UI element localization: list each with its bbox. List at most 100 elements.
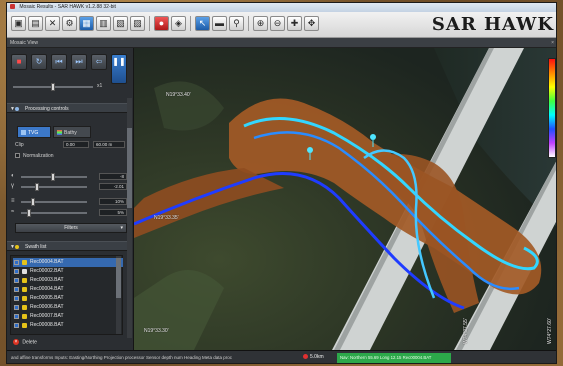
swath-icon bbox=[15, 245, 19, 249]
marker-icon[interactable]: ⚲ bbox=[229, 16, 244, 31]
file-checkbox[interactable] bbox=[14, 260, 19, 265]
image-icon[interactable]: ▨ bbox=[130, 16, 145, 31]
display-icon[interactable]: ▥ bbox=[96, 16, 111, 31]
fast-forward-button[interactable]: ⏭ bbox=[71, 54, 87, 70]
file-name: Rec00004.BAT bbox=[30, 259, 64, 265]
filters-dropdown[interactable]: Filters ▾ bbox=[15, 223, 127, 233]
lat-label: N19°33.35' bbox=[154, 215, 179, 221]
gamma-slider[interactable] bbox=[21, 186, 87, 188]
smooth-icon: ≈ bbox=[11, 209, 15, 215]
pan-icon[interactable]: ✥ bbox=[304, 16, 319, 31]
playback-speed: x1 bbox=[97, 83, 103, 89]
app-window: Mosaic Results - SAR HAWK v1.2.88 32-bit… bbox=[6, 2, 557, 364]
open-icon[interactable]: ▣ bbox=[11, 16, 26, 31]
window-title: Mosaic Results - SAR HAWK v1.2.88 32-bit bbox=[19, 4, 116, 10]
export-icon[interactable]: ▧ bbox=[113, 16, 128, 31]
file-list-scrollbar[interactable] bbox=[116, 256, 121, 334]
scrollbar-thumb[interactable] bbox=[127, 128, 132, 208]
list-item[interactable]: Rec00006.BAT bbox=[13, 303, 123, 312]
normalization-label: Normalization bbox=[23, 153, 54, 159]
list-item[interactable]: Rec00005.BAT bbox=[13, 294, 123, 303]
app-icon bbox=[10, 4, 15, 10]
lon-label: W74°27.55' bbox=[463, 318, 469, 344]
gain-value[interactable]: -8 bbox=[99, 173, 127, 180]
swath-color-icon bbox=[22, 287, 27, 292]
delete-label: Delete bbox=[22, 339, 37, 346]
file-checkbox[interactable] bbox=[14, 296, 19, 301]
lat-label: N19°33.30' bbox=[144, 328, 169, 334]
zoom-out-icon[interactable]: ⊖ bbox=[270, 16, 285, 31]
title-bar: Mosaic Results - SAR HAWK v1.2.88 32-bit bbox=[7, 3, 556, 12]
contrast-value[interactable]: 10% bbox=[99, 198, 127, 205]
mosaic-map-view[interactable]: N19°33.40' N19°33.35' N19°33.30' W74°27.… bbox=[134, 48, 556, 350]
pointer-icon[interactable]: ↖ bbox=[195, 16, 210, 31]
gamma-slider-knob[interactable] bbox=[35, 183, 39, 191]
main-toolbar: ▣ ▤ ✕ ⚙ ▦ ▥ ▧ ▨ ● ◈ ↖ ▬ ⚲ ⊕ ⊖ ✚ ✥ SAR HA… bbox=[7, 12, 556, 38]
list-item[interactable]: Rec00004.BAT bbox=[13, 258, 123, 267]
stop-button[interactable]: ■ bbox=[11, 54, 27, 70]
settings-icon[interactable]: ⚙ bbox=[62, 16, 77, 31]
color-scale-legend bbox=[548, 58, 556, 158]
clip-min-field[interactable]: 0.00 bbox=[63, 141, 89, 148]
gain-icon: ◐ bbox=[11, 173, 15, 179]
gamma-value[interactable]: -2.01 bbox=[99, 183, 127, 190]
smooth-row: ≈ 5% bbox=[11, 209, 127, 217]
navigate-icon[interactable]: ◈ bbox=[171, 16, 186, 31]
record-icon[interactable]: ● bbox=[154, 16, 169, 31]
file-checkbox[interactable] bbox=[14, 269, 19, 274]
contrast-icon: ≡ bbox=[11, 198, 15, 204]
swath-list-header[interactable]: ▼ Swath list bbox=[7, 241, 131, 251]
list-item[interactable]: Rec00003.BAT bbox=[13, 276, 123, 285]
scrollbar-thumb[interactable] bbox=[116, 258, 121, 298]
processing-icon bbox=[15, 107, 19, 111]
loop-button[interactable]: ↻ bbox=[31, 54, 47, 70]
playback-slider-knob[interactable] bbox=[51, 83, 55, 91]
mosaic-view-header: Mosaic View × bbox=[7, 38, 556, 48]
swath-color-icon bbox=[22, 296, 27, 301]
smooth-slider-knob[interactable] bbox=[27, 209, 31, 217]
list-item[interactable]: Rec00004.BAT bbox=[13, 285, 123, 294]
layers-icon[interactable]: ▦ bbox=[79, 16, 94, 31]
swath-color-icon bbox=[22, 323, 27, 328]
file-checkbox[interactable] bbox=[14, 305, 19, 310]
tools-icon[interactable]: ✕ bbox=[45, 16, 60, 31]
waypoint-marker[interactable] bbox=[370, 134, 376, 140]
fit-icon[interactable]: ✚ bbox=[287, 16, 302, 31]
pause-button[interactable]: ❚❚ bbox=[111, 54, 127, 84]
delete-icon: × bbox=[13, 339, 19, 345]
delete-button[interactable]: × Delete bbox=[13, 339, 37, 345]
zoom-in-icon[interactable]: ⊕ bbox=[253, 16, 268, 31]
close-icon[interactable]: × bbox=[551, 38, 554, 48]
swath-color-icon bbox=[22, 305, 27, 310]
file-checkbox[interactable] bbox=[14, 287, 19, 292]
waypoint-marker[interactable] bbox=[307, 147, 313, 153]
file-checkbox[interactable] bbox=[14, 323, 19, 328]
nav-info-badge: Nav: Northern 55.69 Long 12.15 Rec00004.… bbox=[337, 353, 451, 363]
contrast-row: ≡ 10% bbox=[11, 198, 127, 206]
file-checkbox[interactable] bbox=[14, 278, 19, 283]
list-item[interactable]: Rec00002.BAT bbox=[13, 267, 123, 276]
toolbar-separator bbox=[190, 16, 191, 31]
swath-color-icon bbox=[22, 314, 27, 319]
swath-color-icon bbox=[22, 269, 27, 274]
normalization-checkbox[interactable] bbox=[15, 153, 20, 158]
file-checkbox[interactable] bbox=[14, 314, 19, 319]
list-item[interactable]: Rec00008.BAT bbox=[13, 321, 123, 330]
swath-color-icon bbox=[22, 278, 27, 283]
panel-scrollbar[interactable] bbox=[127, 98, 132, 338]
save-icon[interactable]: ▤ bbox=[28, 16, 43, 31]
back-button[interactable]: ⇦ bbox=[91, 54, 107, 70]
contrast-slider-knob[interactable] bbox=[31, 198, 35, 206]
rewind-button[interactable]: ⏮ bbox=[51, 54, 67, 70]
tab-bathy[interactable]: Bathy bbox=[53, 126, 91, 138]
tab-tvg[interactable]: TVG bbox=[17, 126, 51, 138]
smooth-value[interactable]: 5% bbox=[99, 209, 127, 216]
measure-icon[interactable]: ▬ bbox=[212, 16, 227, 31]
gain-slider-knob[interactable] bbox=[51, 173, 55, 181]
swath-title: Swath list bbox=[25, 244, 47, 250]
processing-controls-header[interactable]: ▼ Processing controls bbox=[7, 103, 131, 113]
swath-file-list: Rec00004.BAT Rec00002.BAT Rec00003.BAT R… bbox=[10, 255, 123, 335]
clip-max-field[interactable]: 60.00 m bbox=[93, 141, 125, 148]
list-item[interactable]: Rec00007.BAT bbox=[13, 312, 123, 321]
panel-title: Mosaic View bbox=[10, 40, 38, 46]
